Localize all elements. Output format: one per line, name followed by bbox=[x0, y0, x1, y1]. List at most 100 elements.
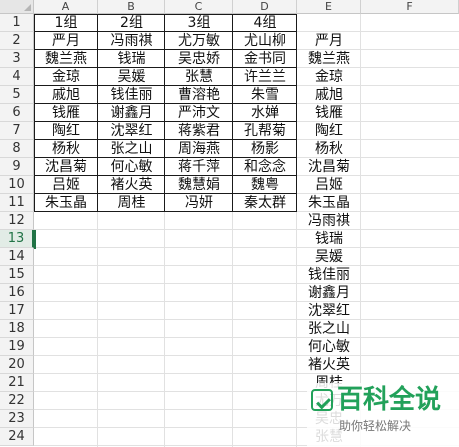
row-header-13[interactable]: 13 bbox=[0, 230, 34, 248]
row-header-7[interactable]: 7 bbox=[0, 122, 34, 140]
row-header-14[interactable]: 14 bbox=[0, 248, 34, 266]
row-header-6[interactable]: 6 bbox=[0, 104, 34, 122]
row-header-21[interactable]: 21 bbox=[0, 374, 34, 392]
select-all-corner[interactable] bbox=[0, 0, 34, 14]
column-e-cell[interactable]: 沈昌菊 bbox=[297, 158, 361, 176]
row-header-23[interactable]: 23 bbox=[0, 410, 34, 428]
table-cell[interactable]: 谢鑫月 bbox=[98, 104, 165, 122]
table-cell[interactable]: 吴媛 bbox=[98, 68, 165, 86]
row-header-2[interactable]: 2 bbox=[0, 32, 34, 50]
table-cell[interactable]: 魏兰燕 bbox=[34, 50, 98, 68]
header-cell-b1[interactable]: 2组 bbox=[98, 14, 165, 32]
row-header-20[interactable]: 20 bbox=[0, 356, 34, 374]
watermark-subtitle: 助你轻松解决 bbox=[339, 419, 412, 433]
table-cell[interactable]: 朱玉晶 bbox=[34, 194, 98, 212]
table-cell[interactable]: 沈翠红 bbox=[98, 122, 165, 140]
table-cell[interactable]: 魏慧娟 bbox=[165, 176, 233, 194]
table-cell[interactable]: 金书同 bbox=[233, 50, 297, 68]
column-e-cell[interactable]: 吴媛 bbox=[297, 248, 361, 266]
column-e-cell[interactable]: 陶红 bbox=[297, 122, 361, 140]
table-cell[interactable]: 严月 bbox=[34, 32, 98, 50]
row-header-3[interactable]: 3 bbox=[0, 50, 34, 68]
table-cell[interactable]: 张之山 bbox=[98, 140, 165, 158]
row-header-5[interactable]: 5 bbox=[0, 86, 34, 104]
table-cell[interactable]: 吴忠娇 bbox=[165, 50, 233, 68]
column-e-cell[interactable]: 何心敏 bbox=[297, 338, 361, 356]
column-e-cell[interactable]: 褚火英 bbox=[297, 356, 361, 374]
row-header-12[interactable]: 12 bbox=[0, 212, 34, 230]
column-header-b[interactable]: B bbox=[98, 0, 165, 14]
table-cell[interactable]: 钱佳丽 bbox=[98, 86, 165, 104]
column-e-cell[interactable]: 钱佳丽 bbox=[297, 266, 361, 284]
table-cell[interactable]: 钱雁 bbox=[34, 104, 98, 122]
row-header-11[interactable]: 11 bbox=[0, 194, 34, 212]
table-cell[interactable]: 秦太群 bbox=[233, 194, 297, 212]
header-cell-d1[interactable]: 4组 bbox=[233, 14, 297, 32]
table-cell[interactable]: 金琼 bbox=[34, 68, 98, 86]
row-header-22[interactable]: 22 bbox=[0, 392, 34, 410]
column-e-cell[interactable]: 朱玉晶 bbox=[297, 194, 361, 212]
row-header-4[interactable]: 4 bbox=[0, 68, 34, 86]
watermark-check-icon bbox=[311, 389, 333, 411]
column-e-cell[interactable]: 钱瑞 bbox=[297, 230, 361, 248]
column-e-cell[interactable]: 谢鑫月 bbox=[297, 284, 361, 302]
row-header-10[interactable]: 10 bbox=[0, 176, 34, 194]
column-header-c[interactable]: C bbox=[165, 0, 233, 14]
table-cell[interactable]: 何心敏 bbox=[98, 158, 165, 176]
column-header-d[interactable]: D bbox=[233, 0, 297, 14]
table-cell[interactable]: 许兰兰 bbox=[233, 68, 297, 86]
column-e-cell[interactable]: 严月 bbox=[297, 32, 361, 50]
spreadsheet-grid[interactable]: ABCDEF 1 2 3 4 5 6 7 8 9 10 11 12 13 14 15 16 17 18 19 20 21… bbox=[0, 0, 459, 447]
row-header-19[interactable]: 19 bbox=[0, 338, 34, 356]
table-cell[interactable]: 陶红 bbox=[34, 122, 98, 140]
row-header-16[interactable]: 16 bbox=[0, 284, 34, 302]
table-cell[interactable]: 褚火英 bbox=[98, 176, 165, 194]
table-cell[interactable]: 曹溶艳 bbox=[165, 86, 233, 104]
watermark-title: 百科全说 bbox=[337, 385, 442, 415]
header-cell-c1[interactable]: 3组 bbox=[165, 14, 233, 32]
table-cell[interactable]: 魏粤 bbox=[233, 176, 297, 194]
column-header-f[interactable]: F bbox=[361, 0, 459, 14]
table-cell[interactable]: 吕姬 bbox=[34, 176, 98, 194]
table-cell[interactable]: 朱雪 bbox=[233, 86, 297, 104]
watermark: 百科全说 助你轻松解决 bbox=[307, 383, 459, 447]
header-cell-a1[interactable]: 1组 bbox=[34, 14, 98, 32]
table-cell[interactable]: 尤万敏 bbox=[165, 32, 233, 50]
table-cell[interactable]: 尤山柳 bbox=[233, 32, 297, 50]
active-cell-a13[interactable] bbox=[34, 230, 98, 249]
table-cell[interactable]: 杨秋 bbox=[34, 140, 98, 158]
table-cell[interactable]: 和念念 bbox=[233, 158, 297, 176]
table-cell[interactable]: 周桂 bbox=[98, 194, 165, 212]
table-cell[interactable]: 冯妍 bbox=[165, 194, 233, 212]
table-cell[interactable]: 蒋紫君 bbox=[165, 122, 233, 140]
column-e-cell[interactable]: 冯雨祺 bbox=[297, 212, 361, 230]
row-header-8[interactable]: 8 bbox=[0, 140, 34, 158]
table-cell[interactable]: 周海燕 bbox=[165, 140, 233, 158]
column-header-a[interactable]: A bbox=[34, 0, 98, 14]
row-header-9[interactable]: 9 bbox=[0, 158, 34, 176]
column-e-cell[interactable]: 金琼 bbox=[297, 68, 361, 86]
column-e-cell[interactable]: 钱雁 bbox=[297, 104, 361, 122]
row-header-15[interactable]: 15 bbox=[0, 266, 34, 284]
row-header-17[interactable]: 17 bbox=[0, 302, 34, 320]
column-e-cell[interactable]: 张之山 bbox=[297, 320, 361, 338]
column-e-cell[interactable]: 沈翠红 bbox=[297, 302, 361, 320]
row-header-24[interactable]: 24 bbox=[0, 428, 34, 446]
table-cell[interactable]: 杨影 bbox=[233, 140, 297, 158]
row-header-18[interactable]: 18 bbox=[0, 320, 34, 338]
table-cell[interactable]: 冯雨祺 bbox=[98, 32, 165, 50]
column-e-cell[interactable]: 吕姬 bbox=[297, 176, 361, 194]
table-cell[interactable]: 严沛文 bbox=[165, 104, 233, 122]
table-cell[interactable]: 孔帮菊 bbox=[233, 122, 297, 140]
table-cell[interactable]: 戚旭 bbox=[34, 86, 98, 104]
table-cell[interactable]: 钱瑞 bbox=[98, 50, 165, 68]
column-header-e[interactable]: E bbox=[297, 0, 361, 14]
table-cell[interactable]: 张慧 bbox=[165, 68, 233, 86]
column-e-cell[interactable]: 魏兰燕 bbox=[297, 50, 361, 68]
row-header-1[interactable]: 1 bbox=[0, 14, 34, 32]
table-cell[interactable]: 水婵 bbox=[233, 104, 297, 122]
table-cell[interactable]: 蒋千萍 bbox=[165, 158, 233, 176]
column-e-cell[interactable]: 杨秋 bbox=[297, 140, 361, 158]
column-e-cell[interactable]: 戚旭 bbox=[297, 86, 361, 104]
table-cell[interactable]: 沈昌菊 bbox=[34, 158, 98, 176]
